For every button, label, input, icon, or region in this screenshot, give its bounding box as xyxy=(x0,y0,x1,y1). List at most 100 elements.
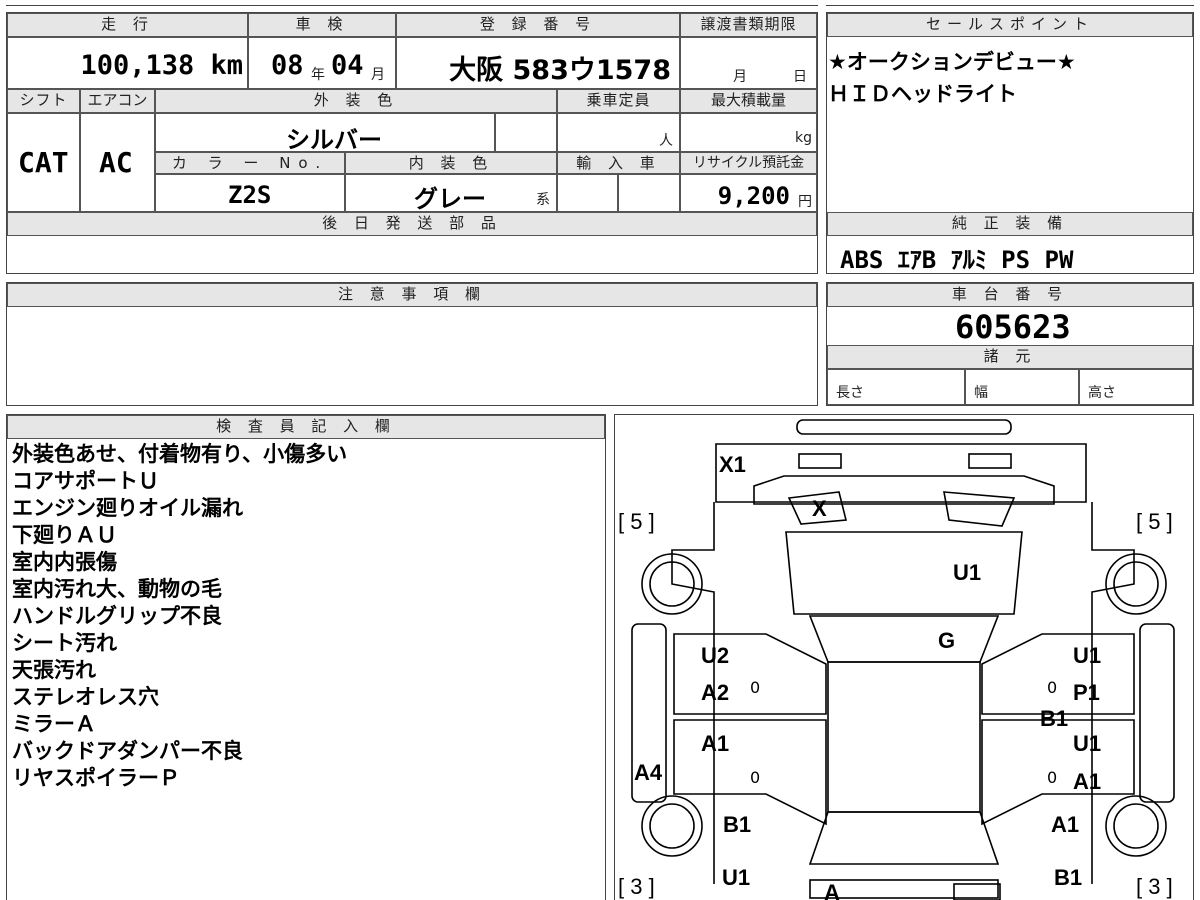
inspection-header: 車 検 xyxy=(248,13,396,37)
inspection-year: 08 xyxy=(271,50,304,81)
spec-height-label: 高さ xyxy=(1088,385,1116,401)
door-zero-mark: 0 xyxy=(750,678,761,697)
inspector-note: 下廻りＡＵ xyxy=(12,523,117,547)
inspector-note: ハンドルグリップ不良 xyxy=(12,604,222,628)
hood-panel xyxy=(785,531,1023,615)
chassis-header: 車 台 番 号 xyxy=(827,283,1193,307)
recycle-cell: 9,200 円 xyxy=(680,174,817,212)
interior-color-suffix: 系 xyxy=(536,192,550,208)
rear-glass xyxy=(808,811,1000,865)
inspector-notes: 外装色あせ、付着物有り、小傷多い コアサポートＵ エンジン廻りオイル漏れ 下廻り… xyxy=(12,441,347,792)
tire-rear-right-value: 3 xyxy=(1148,874,1161,899)
exterior-color-header: 外 装 色 xyxy=(155,89,557,113)
spec-width-cell: 幅 xyxy=(965,369,1079,405)
door-front-right xyxy=(981,633,1135,715)
damage-mark: A2 xyxy=(701,680,730,705)
tire-rear-left-value: 3 xyxy=(630,874,643,899)
damage-mark: U2 xyxy=(701,643,730,668)
damage-mark: U1 xyxy=(1073,731,1102,756)
inspector-note: 室内汚れ大、動物の毛 xyxy=(12,577,222,601)
wheel-rear-left xyxy=(641,795,703,857)
damage-mark: B1 xyxy=(1054,865,1083,890)
tire-front-right-value: 5 xyxy=(1148,509,1161,534)
aircon-cell: AC xyxy=(80,113,155,212)
front-grille xyxy=(715,443,1087,503)
inspector-note: コアサポートＵ xyxy=(12,469,159,493)
damage-mark: X1 xyxy=(719,452,746,477)
inspection-month-unit: 月 xyxy=(371,67,385,83)
inspector-note: バックドアダンパー不良 xyxy=(12,739,243,763)
recycle-value: 9,200 xyxy=(717,182,790,210)
max-load-unit: kg xyxy=(795,130,812,146)
side-panel-right xyxy=(1139,623,1175,803)
notice-header: 注 意 事 項 欄 xyxy=(7,283,817,307)
inspector-note: ミラーＡ xyxy=(12,712,96,736)
equipment-value: ABS ｴｱB ｱﾙﾐ PS PW xyxy=(840,246,1074,274)
transfer-month-unit: 月 xyxy=(733,69,747,85)
interior-color-value: グレー xyxy=(414,185,486,213)
max-load-header: 最大積載量 xyxy=(680,89,817,113)
color-no-value: Z2S xyxy=(228,181,272,209)
specs-header: 諸 元 xyxy=(827,345,1193,369)
recycle-header: リサイクル預託金 xyxy=(680,152,817,174)
registration-value: 大阪 583ウ1578 xyxy=(449,55,671,86)
capacity-cell: 人 xyxy=(557,113,680,152)
mileage-value: 100,138 km xyxy=(80,50,243,81)
spec-length-cell: 長さ xyxy=(827,369,965,405)
mileage-header: 走 行 xyxy=(7,13,248,37)
damage-mark: U1 xyxy=(1073,643,1102,668)
inspector-note: 室内内張傷 xyxy=(12,550,117,574)
inspector-note: シート汚れ xyxy=(12,631,117,655)
transfer-deadline-header: 譲渡書類期限 xyxy=(680,13,817,37)
capacity-header: 乗車定員 xyxy=(557,89,680,113)
spec-length-label: 長さ xyxy=(836,385,864,401)
inspector-note: エンジン廻りオイル漏れ xyxy=(12,496,243,520)
hood-front-edge xyxy=(753,475,1055,505)
later-parts-header: 後 日 発 送 部 品 xyxy=(7,212,817,236)
headlight-left xyxy=(798,453,842,469)
roof-panel xyxy=(827,661,981,813)
shift-header: シフト xyxy=(7,89,80,113)
wheel-rear-right xyxy=(1105,795,1167,857)
import-cell-b xyxy=(618,174,680,212)
spec-height-cell: 高さ xyxy=(1079,369,1193,405)
exterior-color-extra-cell xyxy=(495,113,557,152)
headlight-right xyxy=(968,453,1012,469)
chassis-value: 605623 xyxy=(955,308,1071,346)
interior-color-cell: グレー 系 xyxy=(345,174,557,213)
sales-point-line-1: ★オークションデビュー★ xyxy=(828,50,1076,74)
color-no-header: カ ラ ー No. xyxy=(155,152,345,174)
inspection-cell: 08 年 04 月 xyxy=(248,37,396,89)
damage-mark: X xyxy=(812,496,827,521)
wheel-front-right xyxy=(1105,553,1167,615)
door-zero-mark: 0 xyxy=(1047,768,1058,787)
tire-rear-left-mark: [ 3 ] xyxy=(618,874,655,899)
transfer-deadline-cell: 月 日 xyxy=(680,37,817,89)
top-right-cut-strip xyxy=(826,0,1194,6)
transfer-day-unit: 日 xyxy=(793,69,807,85)
recycle-unit: 円 xyxy=(798,194,812,210)
inspector-note: 外装色あせ、付着物有り、小傷多い xyxy=(12,442,348,466)
equipment-header: 純 正 装 備 xyxy=(827,212,1193,236)
damage-mark: A1 xyxy=(1073,769,1102,794)
tire-front-left-value: 5 xyxy=(630,509,643,534)
capacity-unit: 人 xyxy=(659,133,673,149)
inspector-note: 天張汚れ xyxy=(12,658,96,682)
door-zero-mark: 0 xyxy=(750,768,761,787)
inspector-note: リヤスポイラーＰ xyxy=(12,766,180,790)
damage-mark: U1 xyxy=(722,865,751,890)
damage-mark: A1 xyxy=(1051,812,1080,837)
aircon-header: エアコン xyxy=(80,89,155,113)
registration-header: 登 録 番 号 xyxy=(396,13,680,37)
max-load-cell: kg xyxy=(680,113,817,152)
front-bumper-bar xyxy=(796,419,1012,435)
inspector-note: ステレオレス穴 xyxy=(12,685,159,709)
inspector-header: 検 査 員 記 入 欄 xyxy=(7,415,605,439)
import-header: 輸 入 車 xyxy=(557,152,680,174)
door-zero-mark: 0 xyxy=(1047,678,1058,697)
tire-front-right-mark: [ 5 ] xyxy=(1136,509,1173,534)
interior-color-header: 内 装 色 xyxy=(345,152,557,174)
windshield-piece-right xyxy=(943,491,1016,527)
registration-cell: 大阪 583ウ1578 xyxy=(396,37,680,89)
inspection-year-unit: 年 xyxy=(311,67,325,83)
